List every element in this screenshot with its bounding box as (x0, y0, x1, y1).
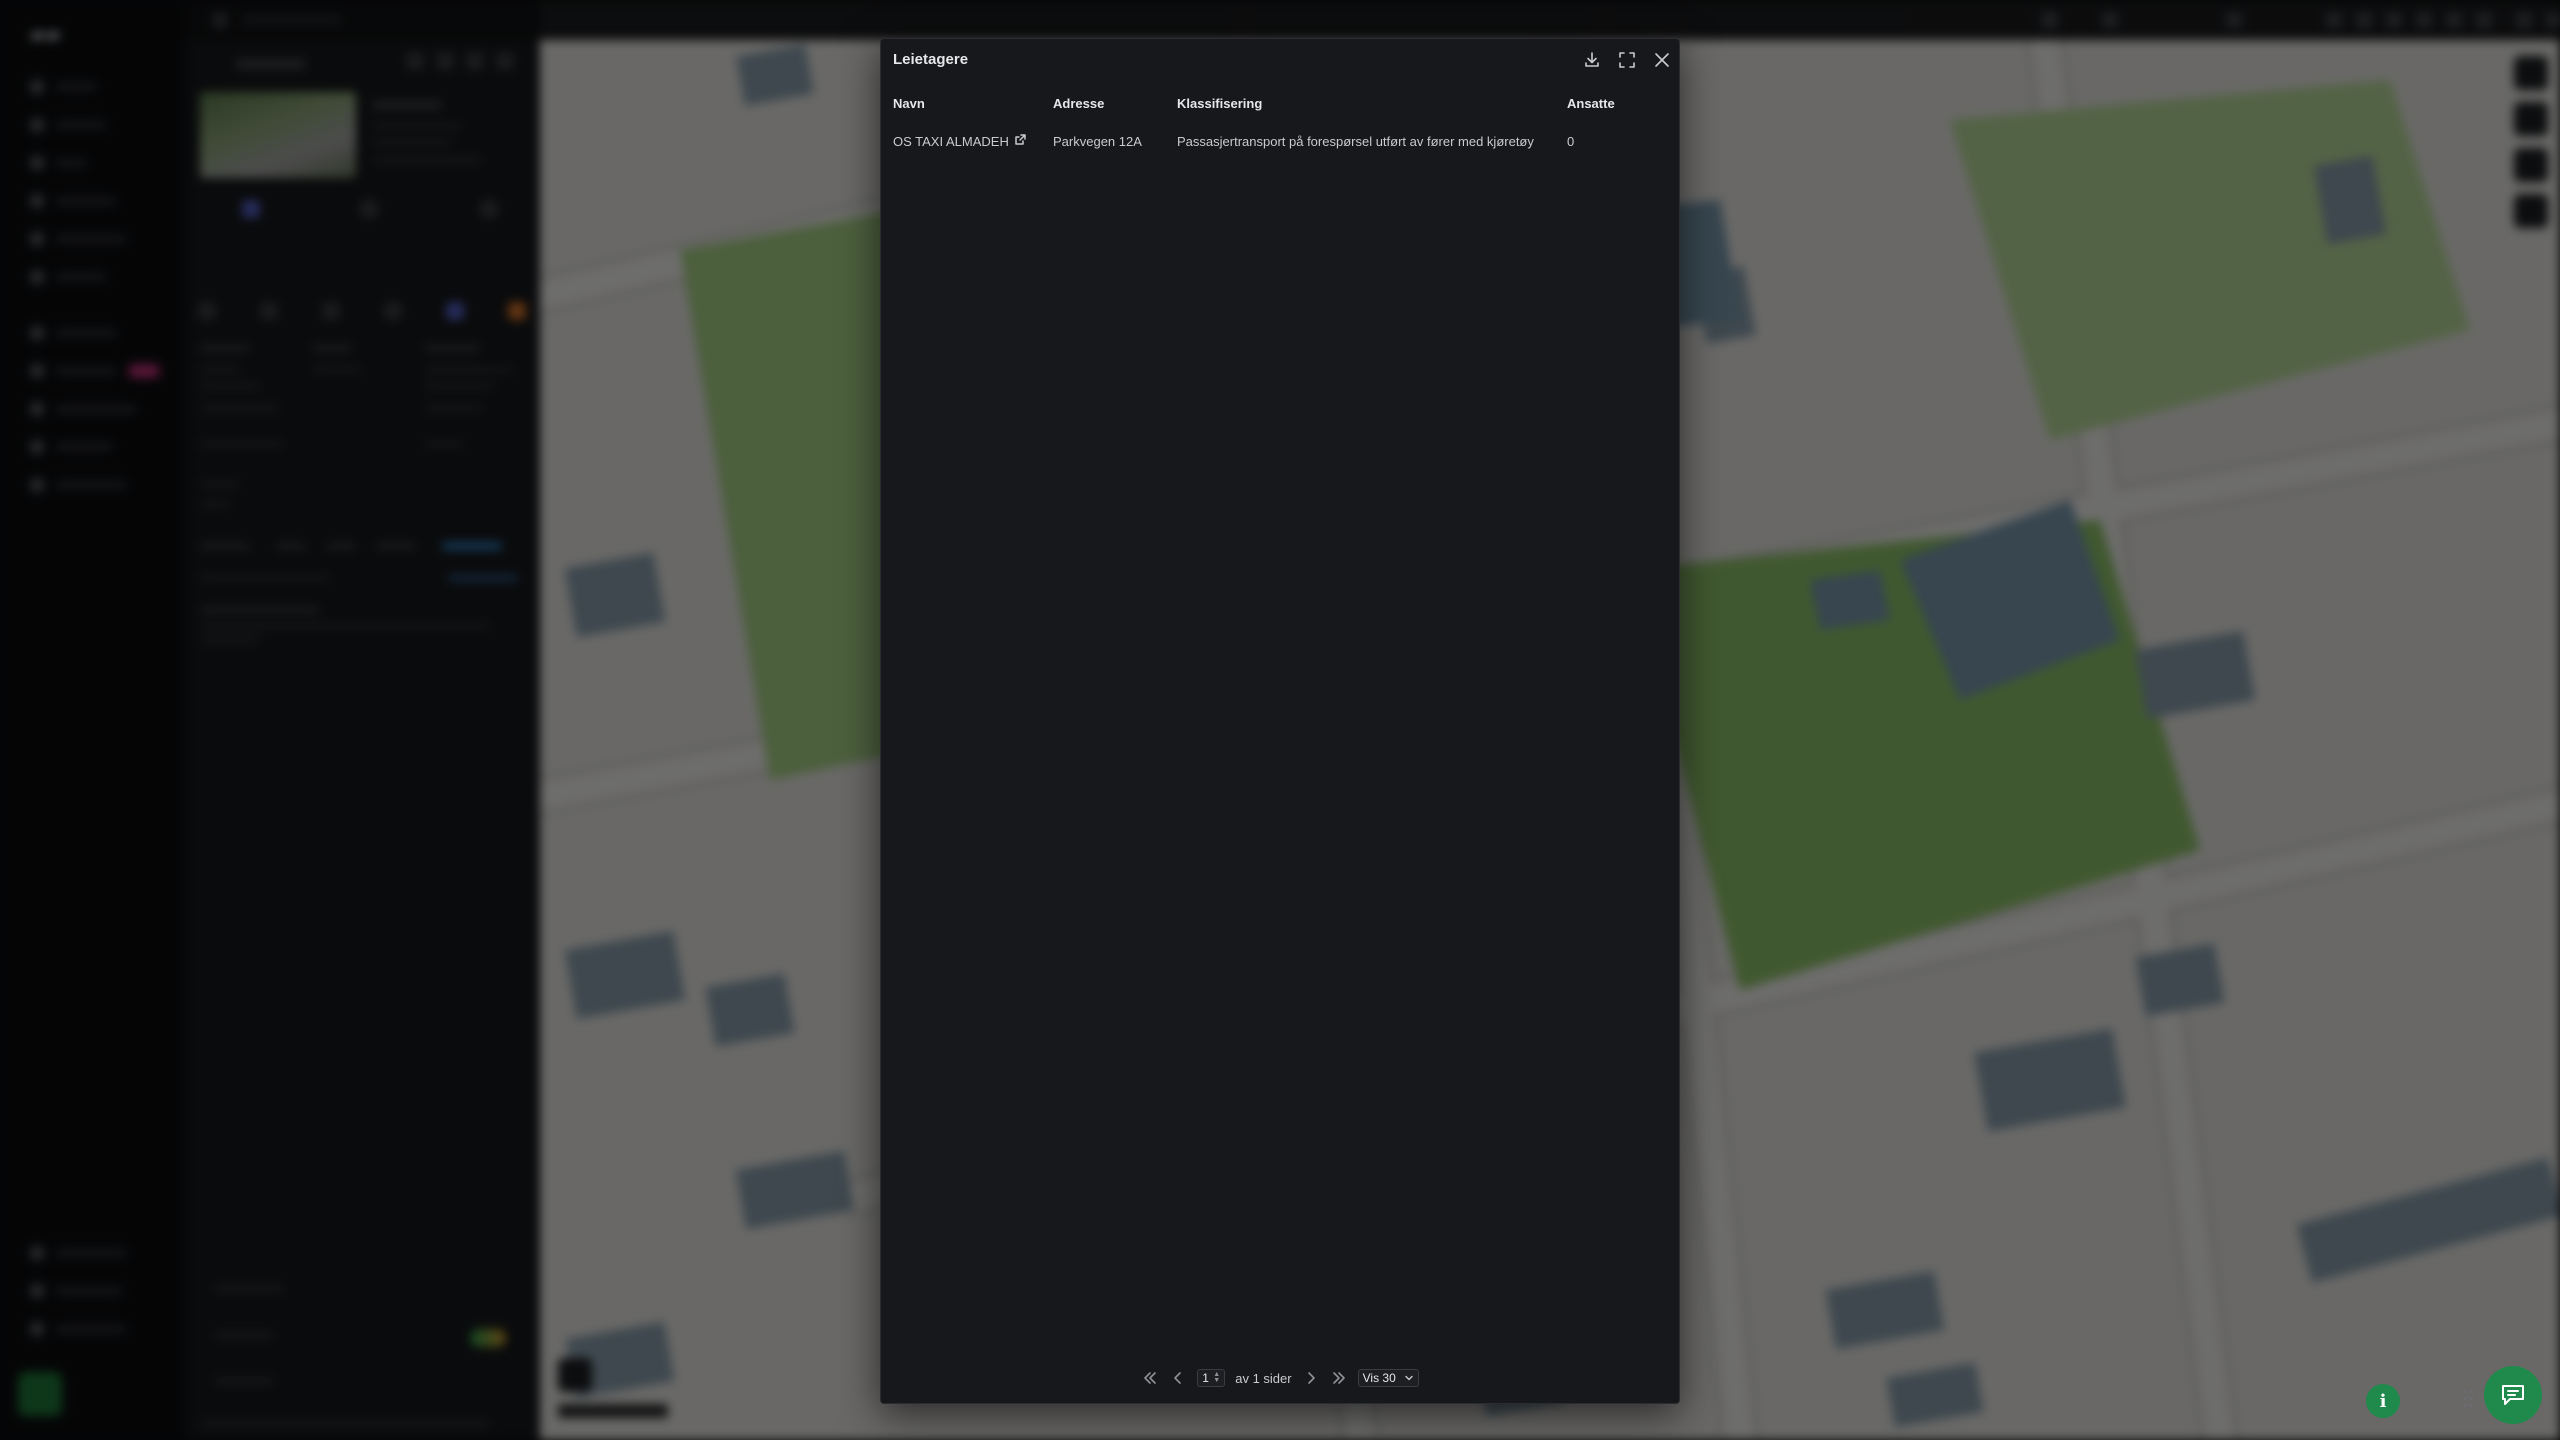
first-page-button[interactable] (1141, 1369, 1159, 1387)
chevron-down-icon (1405, 1375, 1413, 1381)
chat-button[interactable] (2484, 1366, 2542, 1424)
previous-page-button[interactable] (1169, 1369, 1187, 1387)
drag-handle-icon[interactable] (2464, 1388, 2476, 1412)
fullscreen-icon (1619, 52, 1635, 68)
tenant-address: Parkvegen 12A (1053, 134, 1142, 149)
page-size-select[interactable]: Vis 30 (1357, 1369, 1419, 1387)
table-row: OS TAXI ALMADEH Parkvegen 12A Passasjert… (881, 123, 1679, 161)
download-button[interactable] (1579, 47, 1605, 73)
info-icon: i (2379, 1390, 2387, 1412)
next-page-button[interactable] (1302, 1369, 1320, 1387)
tenant-name[interactable]: OS TAXI ALMADEH (893, 134, 1009, 149)
tenants-table: Navn Adresse Klassifisering Ansatte OS T… (881, 85, 1679, 161)
tenant-employees: 0 (1567, 134, 1575, 149)
tenant-name-cell[interactable]: OS TAXI ALMADEH (893, 123, 1026, 161)
spinner-icon[interactable]: ▲ ▼ (1213, 1371, 1220, 1384)
column-header-adresse[interactable]: Adresse (1053, 85, 1104, 123)
close-icon (1655, 53, 1669, 67)
chevron-left-icon (1174, 1372, 1182, 1384)
fullscreen-button[interactable] (1614, 47, 1640, 73)
chevron-right-icon (1307, 1372, 1315, 1384)
double-chevron-right-icon (1332, 1372, 1345, 1384)
close-button[interactable] (1649, 47, 1675, 73)
page-number-input[interactable]: 1 ▲ ▼ (1197, 1369, 1226, 1387)
column-header-klassifisering[interactable]: Klassifisering (1177, 85, 1262, 123)
column-header-ansatte[interactable]: Ansatte (1567, 85, 1615, 123)
info-button[interactable]: i (2366, 1384, 2400, 1418)
download-icon (1585, 52, 1599, 67)
page-count-text: av 1 sider (1235, 1370, 1292, 1386)
page-number: 1 (1202, 1371, 1209, 1385)
external-link-icon[interactable] (1015, 122, 1026, 160)
page-size-value: Vis 30 (1362, 1371, 1396, 1385)
modal-title: Leietagere (893, 51, 969, 68)
double-chevron-left-icon (1144, 1372, 1157, 1384)
chat-icon (2502, 1385, 2524, 1405)
tenants-modal: Leietagere Navn Adresse Klassifisering A… (880, 38, 1680, 1404)
tenant-classification: Passasjertransport på forespørsel utført… (1177, 134, 1534, 149)
pagination: 1 ▲ ▼ av 1 sider Vis 30 (881, 1363, 1679, 1393)
table-header-row: Navn Adresse Klassifisering Ansatte (881, 85, 1679, 123)
last-page-button[interactable] (1330, 1369, 1348, 1387)
column-header-navn[interactable]: Navn (893, 85, 925, 123)
